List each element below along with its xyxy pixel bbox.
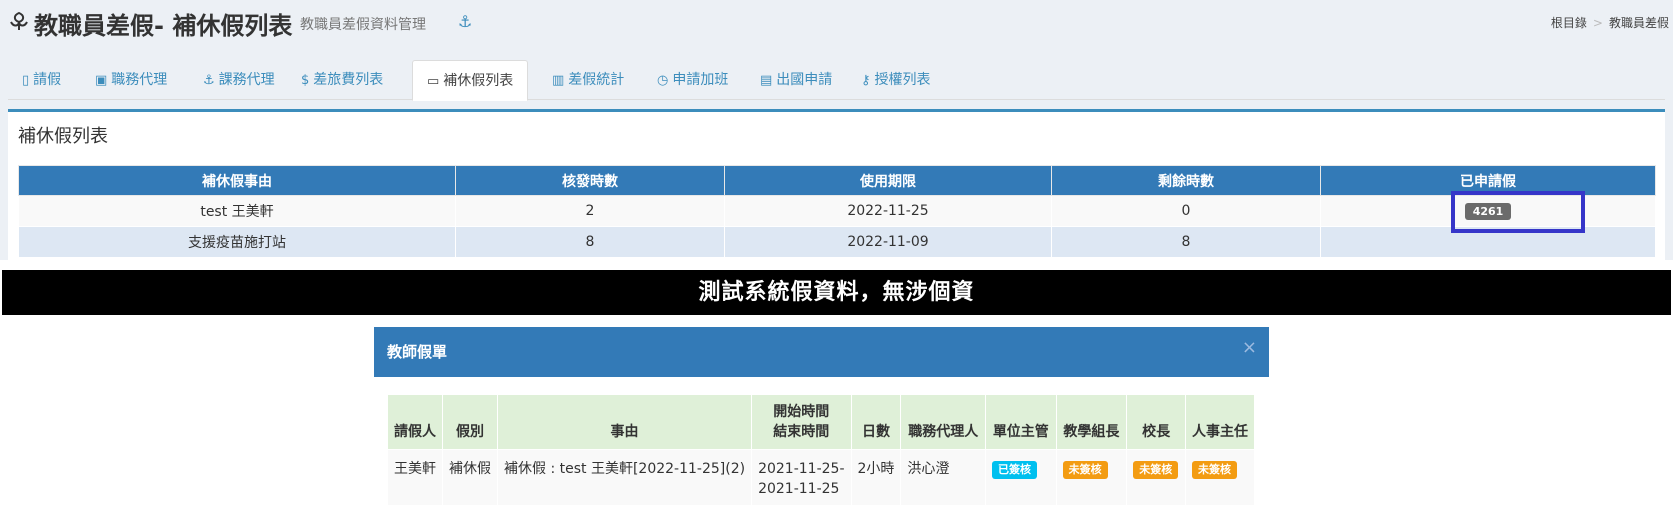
highlight-box [1451, 191, 1585, 233]
start-time-label: 開始時間 [773, 404, 830, 420]
breadcrumb-separator: > [1592, 16, 1603, 30]
tab-label: 申請加班 [672, 72, 729, 88]
time-cell: 2021-11-25- 2021-11-25 [751, 449, 852, 506]
hours-cell: 8 [455, 226, 725, 258]
column-header: 使用期限 [724, 165, 1052, 196]
table-row: test 王美軒 2 2022-11-25 0 4261 [18, 195, 1656, 227]
tab-label: 課務代理 [218, 72, 275, 88]
clock-icon: ◷ [657, 73, 669, 88]
tab-authorization[interactable]: ⚷ 授權列表 [847, 60, 945, 100]
leaf-icon [8, 10, 30, 32]
days-cell: 2小時 [850, 449, 902, 506]
remaining-cell: 0 [1051, 195, 1321, 227]
tab-comp-leave[interactable]: ▭ 補休假列表 [412, 60, 529, 101]
content-header: 教職員差假- 補休假列表 教職員差假資料管理 ⚓ 根目錄 > 教職員差假 [0, 0, 1673, 46]
tab-label: 差假統計 [568, 72, 625, 88]
agent-cell: 洪心澄 [900, 449, 987, 506]
principal-cell: 未簽核 [1126, 449, 1186, 506]
unsigned-badge: 未簽核 [1133, 461, 1179, 479]
end-time: 2021-11-25 [758, 481, 840, 497]
column-header: 校長 [1126, 394, 1186, 450]
end-time-label: 結束時間 [773, 424, 830, 440]
key-icon: ⚷ [861, 73, 871, 88]
nav-tabs: ▯ 請假 ▣ 職務代理 ⚓ 課務代理 $ 差旅費列表 ▭ 補休假列表 ▥ 差假統計 ◷ 申請加… [8, 60, 1665, 101]
tab-duty-agent[interactable]: ▣ 職務代理 [81, 60, 181, 100]
signed-badge: 已簽核 [992, 461, 1038, 479]
page-title: 教職員差假- 補休假列表 [34, 12, 293, 40]
tab-abroad[interactable]: ▤ 出國申請 [746, 60, 846, 100]
breadcrumb-root[interactable]: 根目錄 [1551, 16, 1587, 30]
column-header: 日數 [850, 394, 902, 450]
tab-label: 出國申請 [776, 72, 833, 88]
column-header: 職務代理人 [900, 394, 987, 450]
breadcrumb: 根目錄 > 教職員差假 [1551, 14, 1669, 31]
reason-cell: 補休假 : test 王美軒[2022-11-25](2) [496, 449, 753, 506]
table-header-row: 補休假事由 核發時數 使用期限 剩餘時數 已申請假 [18, 165, 1656, 196]
personnel-cell: 未簽核 [1185, 449, 1255, 506]
modal-title: 教師假單 [387, 343, 448, 361]
tab-leave-stats[interactable]: ▥ 差假統計 [538, 60, 638, 100]
leave-row: 王美軒 補休假 補休假 : test 王美軒[2022-11-25](2) 20… [387, 449, 1255, 506]
bar-chart-icon: ▥ [552, 73, 565, 88]
type-cell: 補休假 [442, 449, 498, 506]
reason-cell: 支援疫苗施打站 [18, 226, 456, 258]
unsigned-badge: 未簽核 [1192, 461, 1237, 479]
time-column-header: 開始時間 結束時間 [751, 394, 852, 450]
tab-travel-expense[interactable]: $ 差旅費列表 [287, 60, 397, 100]
column-header: 人事主任 [1185, 394, 1255, 450]
close-icon[interactable]: × [1242, 337, 1257, 358]
column-header: 請假人 [387, 394, 443, 450]
anchor-icon: ⚓ [203, 73, 215, 88]
leave-header-row: 請假人 假別 事由 開始時間 結束時間 日數 職務代理人 單位主管 教學組長 校… [387, 394, 1255, 450]
breadcrumb-current: 教職員差假 [1608, 16, 1669, 30]
anchor-icon[interactable]: ⚓ [458, 13, 472, 31]
comp-leave-box: 補休假列表 補休假事由 核發時數 使用期限 剩餘時數 已申請假 test 王美軒… [8, 109, 1665, 260]
test-data-banner: 測試系統假資料，無涉個資 [2, 270, 1671, 315]
tab-label: 補休假列表 [443, 73, 514, 89]
modal-header: 教師假單 × [374, 327, 1269, 377]
tab-label: 請假 [33, 72, 62, 88]
start-time: 2021-11-25- [758, 461, 845, 477]
column-header: 核發時數 [455, 165, 725, 196]
box-title: 補休假列表 [18, 126, 108, 147]
hours-cell: 2 [455, 195, 725, 227]
column-header: 剩餘時數 [1051, 165, 1321, 196]
tab-leave[interactable]: ▯ 請假 [8, 60, 75, 100]
column-header: 單位主管 [985, 394, 1057, 450]
academic-cell: 未簽核 [1055, 449, 1128, 506]
column-header: 假別 [442, 394, 498, 450]
table-row: 支援疫苗施打站 8 2022-11-09 8 [18, 226, 1656, 258]
column-header: 事由 [496, 394, 753, 450]
tab-overtime[interactable]: ◷ 申請加班 [643, 60, 742, 100]
expiry-cell: 2022-11-09 [724, 226, 1052, 258]
bus-icon: ▣ [95, 73, 108, 88]
unsigned-badge: 未簽核 [1062, 461, 1108, 479]
file-icon: ▯ [22, 73, 30, 88]
column-header: 補休假事由 [18, 165, 456, 196]
comp-leave-table: 補休假事由 核發時數 使用期限 剩餘時數 已申請假 test 王美軒 2 202… [18, 165, 1656, 258]
document-icon: ▤ [760, 73, 773, 88]
supervisor-cell: 已簽核 [985, 449, 1057, 506]
tab-label: 差旅費列表 [313, 72, 384, 88]
admin-content: 教職員差假- 補休假列表 教職員差假資料管理 ⚓ 根目錄 > 教職員差假 ▯ 請假 ▣… [0, 0, 1673, 260]
battery-icon: ▭ [427, 74, 440, 89]
reason-cell: test 王美軒 [18, 195, 456, 227]
column-header: 教學組長 [1055, 394, 1128, 450]
applicant-cell: 王美軒 [387, 449, 443, 506]
tab-class-agent[interactable]: ⚓ 課務代理 [189, 60, 289, 100]
tab-label: 授權列表 [874, 72, 931, 88]
dollar-icon: $ [301, 73, 310, 88]
tab-label: 職務代理 [111, 72, 168, 88]
expiry-cell: 2022-11-25 [724, 195, 1052, 227]
remaining-cell: 8 [1051, 226, 1321, 258]
leave-form-table: 請假人 假別 事由 開始時間 結束時間 日數 職務代理人 單位主管 教學組長 校… [387, 394, 1255, 506]
page-subtitle: 教職員差假資料管理 [300, 17, 426, 33]
